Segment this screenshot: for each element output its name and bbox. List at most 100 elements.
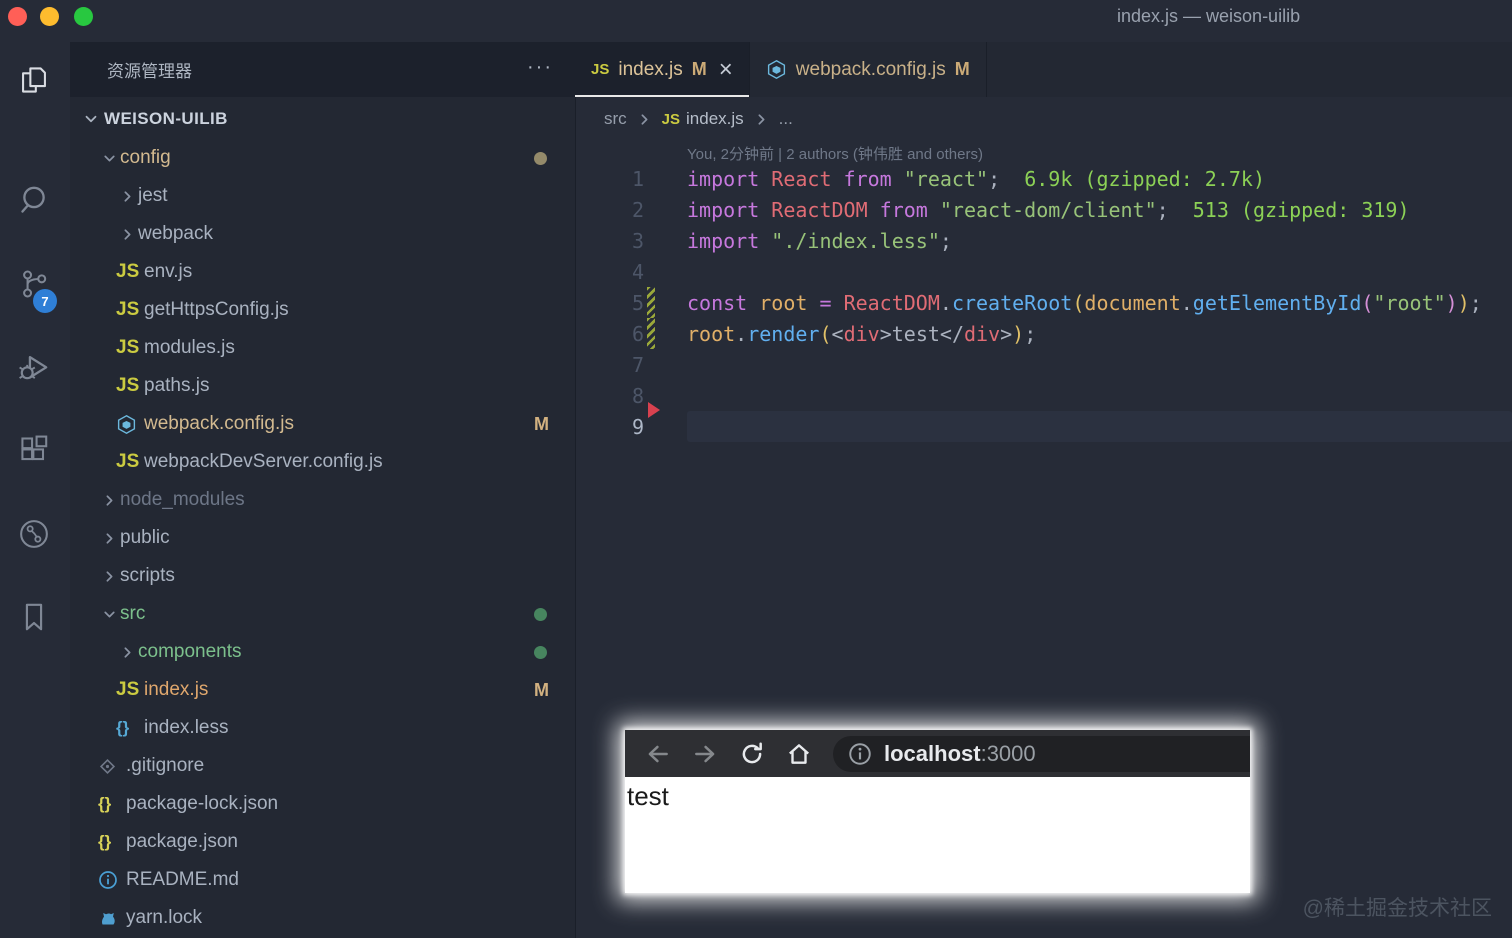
code-line-7: 7: [575, 349, 1512, 380]
maximize-window-button[interactable]: [74, 7, 93, 26]
gitlens-icon[interactable]: [14, 514, 54, 554]
chevron-right-icon[interactable]: [98, 527, 120, 549]
tree-item-gethttpsconfig-js[interactable]: JS getHttpsConfig.js: [70, 291, 575, 329]
tree-item-label: README.md: [126, 869, 239, 890]
browser-home-icon[interactable]: [786, 741, 812, 767]
run-debug-icon[interactable]: [14, 348, 54, 388]
tab-index-js[interactable]: JS index.js M ×: [575, 42, 750, 97]
tree-item-public[interactable]: public: [70, 519, 575, 557]
close-tab-icon[interactable]: ×: [719, 57, 733, 81]
tree-item-modules-js[interactable]: JS modules.js: [70, 329, 575, 367]
line-number: 3: [631, 228, 644, 253]
breadcrumb-separator-icon: [636, 111, 653, 128]
webpack-file-icon: [766, 59, 787, 80]
minimize-window-button[interactable]: [40, 7, 59, 26]
code-editor[interactable]: 1 import React from "react"; 6.9k (gzippe…: [575, 163, 1512, 442]
browser-page: test: [625, 777, 1250, 893]
tree-item-webpackdevserver-config-js[interactable]: JS webpackDevServer.config.js: [70, 443, 575, 481]
source-control-badge: 7: [33, 289, 57, 313]
breadcrumb-separator-icon: [753, 111, 770, 128]
code-line-6: 6 root. render(< div > test </div >);: [575, 318, 1512, 349]
tree-item-index-js[interactable]: JS index.js M: [70, 671, 575, 709]
tree-item-yarn-lock[interactable]: yarn.lock: [70, 899, 575, 937]
js-file-icon: JS: [116, 299, 140, 320]
tree-item-label: components: [138, 641, 242, 662]
js-file-icon: JS: [116, 679, 140, 700]
bookmarks-icon[interactable]: [14, 597, 54, 637]
address-bar[interactable]: localhost:3000: [833, 735, 1250, 772]
line-number: 6: [631, 321, 644, 346]
search-icon[interactable]: [14, 180, 54, 220]
code-line-1: 1 import React from "react"; 6.9k (gzippe…: [575, 163, 1512, 194]
tree-item-label: index.js: [144, 679, 209, 700]
explorer-header: 资源管理器 ···: [70, 42, 575, 97]
gutter-decorations: [644, 194, 687, 225]
breadcrumb-label: index.js: [686, 109, 744, 128]
title-bar: index.js — weison-uilib: [0, 0, 1512, 42]
close-window-button[interactable]: [8, 7, 27, 26]
tree-item-env-js[interactable]: JS env.js: [70, 253, 575, 291]
chevron-right-icon[interactable]: [116, 185, 138, 207]
chevron-down-icon[interactable]: [98, 603, 120, 625]
browser-forward-icon[interactable]: [692, 741, 718, 767]
breadcrumb-item-src[interactable]: src: [604, 109, 627, 129]
gutter-decorations: [644, 163, 687, 194]
line-number: 7: [631, 352, 644, 377]
tree-item-webpack-config-js[interactable]: webpack.config.js M: [70, 405, 575, 443]
code-line-5: 5 const root = ReactDOM. createRoot(docume…: [575, 287, 1512, 318]
chevron-right-icon[interactable]: [116, 223, 138, 245]
tree-item-components[interactable]: components: [70, 633, 575, 671]
tree-item-label: modules.js: [144, 337, 235, 358]
breadcrumb-label: src: [604, 109, 627, 128]
js-file-icon: JS: [116, 261, 140, 282]
tree-item-scripts[interactable]: scripts: [70, 557, 575, 595]
webpack-file-icon: [116, 414, 144, 435]
site-info-icon[interactable]: [847, 741, 873, 767]
breakpoint-arrow-icon: [648, 402, 660, 418]
json-file-icon: {}: [98, 832, 112, 851]
explorer-more-actions-button[interactable]: ···: [527, 56, 553, 79]
tree-item-package-json[interactable]: {} package.json: [70, 823, 575, 861]
code-line-3: 3 import "./index.less";: [575, 225, 1512, 256]
chevron-down-icon[interactable]: [98, 147, 120, 169]
tree-item-readme-md[interactable]: README.md: [70, 861, 575, 899]
chevron-down-icon: [82, 110, 100, 128]
code-line-content: import ReactDOM from "react-dom/client";…: [687, 197, 1410, 222]
git-modified-badge: M: [534, 679, 549, 700]
chevron-right-icon[interactable]: [116, 641, 138, 663]
browser-toolbar: localhost:3000: [625, 730, 1250, 777]
vscode-window: index.js — weison-uilib 7 资源管理器 ··· WEIS…: [0, 0, 1512, 938]
tree-item-label: index.less: [144, 717, 229, 738]
code-line-content: [687, 349, 1512, 380]
tab-label: webpack.config.js: [795, 58, 946, 80]
workspace-section-header[interactable]: WEISON-UILIB: [70, 100, 575, 138]
explorer-icon[interactable]: [14, 60, 54, 100]
tree-item-label: yarn.lock: [126, 907, 203, 928]
chevron-right-icon[interactable]: [98, 565, 120, 587]
tree-item-config[interactable]: config: [70, 139, 575, 177]
tree-item-webpack[interactable]: webpack: [70, 215, 575, 253]
extensions-icon[interactable]: [14, 432, 54, 472]
line-number: 4: [631, 259, 644, 284]
line-number: 5: [631, 290, 644, 315]
tab-label: index.js: [618, 58, 683, 80]
tab-webpack-config-js[interactable]: webpack.config.js M: [750, 42, 987, 97]
tree-item-src[interactable]: src: [70, 595, 575, 633]
page-text: test: [627, 781, 669, 811]
browser-reload-icon[interactable]: [739, 741, 765, 767]
tree-item-index-less[interactable]: {} index.less: [70, 709, 575, 747]
tree-item-paths-js[interactable]: JS paths.js: [70, 367, 575, 405]
code-line-content: import React from "react"; 6.9k (gzipped…: [687, 166, 1266, 191]
tree-item-node-modules[interactable]: node_modules: [70, 481, 575, 519]
breadcrumb-item-more[interactable]: ...: [779, 109, 793, 129]
code-line-content: [687, 411, 1512, 442]
line-number: 1: [631, 166, 644, 191]
url-port: :3000: [980, 740, 1036, 766]
tree-item-jest[interactable]: jest: [70, 177, 575, 215]
breadcrumb-item-index-js[interactable]: JS index.js: [662, 109, 744, 129]
chevron-right-icon[interactable]: [98, 489, 120, 511]
tree-item-gitignore[interactable]: .gitignore: [70, 747, 575, 785]
tree-item-package-lock-json[interactable]: {} package-lock.json: [70, 785, 575, 823]
explorer-title: 资源管理器: [107, 62, 192, 81]
browser-back-icon[interactable]: [645, 741, 671, 767]
